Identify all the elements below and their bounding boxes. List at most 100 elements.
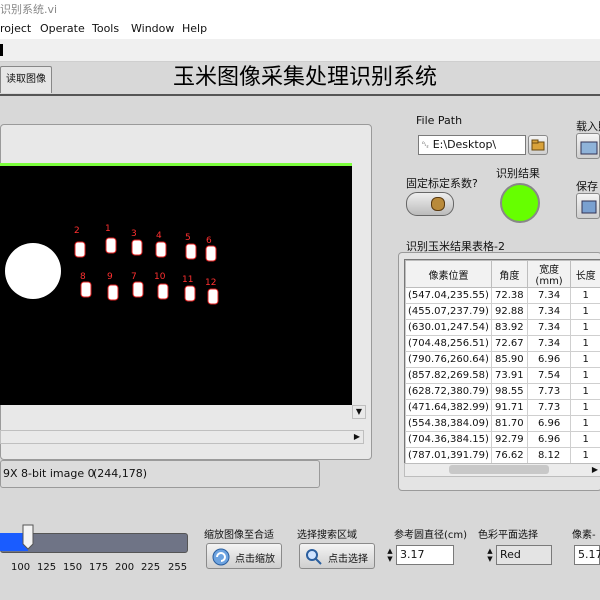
slider-tick: 175 xyxy=(89,562,109,573)
table-row[interactable]: (471.64,382.99) 91.71 7.73 1 xyxy=(405,399,600,416)
color-plane-stepper-icon[interactable]: ▲ ▼ xyxy=(486,547,494,563)
pixel-field[interactable]: 5.17 xyxy=(574,545,600,565)
image-status-bar: 9X 8-bit image 0 (244,178) xyxy=(0,460,320,488)
kernel-label: 11 xyxy=(182,275,193,285)
table-cell: 73.91 xyxy=(490,367,528,384)
table-cell: 72.67 xyxy=(490,335,528,352)
table-row[interactable]: (455.07,237.79) 92.88 7.34 1 xyxy=(405,303,600,320)
table-cell: 1 xyxy=(570,367,600,384)
load-label: 载入照 xyxy=(576,120,600,133)
menu-bar: roject Operate Tools Window Help xyxy=(0,19,600,39)
table-cell: 1 xyxy=(570,383,600,400)
table-cell: 1 xyxy=(570,415,600,432)
scroll-right-arrow-icon[interactable]: ▶ xyxy=(351,431,363,443)
folder-icon xyxy=(531,139,545,151)
table-cell: (471.64,382.99) xyxy=(405,399,492,416)
table-scroll-thumb[interactable] xyxy=(449,465,549,474)
results-table[interactable]: 像素位置 角度 宽度(mm) 长度 (547.04,235.55) 72.38 7.… xyxy=(404,259,600,465)
table-row[interactable]: (547.04,235.55) 72.38 7.34 1 xyxy=(405,287,600,304)
table-row[interactable]: (630.01,247.54) 83.92 7.34 1 xyxy=(405,319,600,336)
save-button[interactable] xyxy=(576,193,600,219)
table-cell: 7.34 xyxy=(526,303,572,320)
file-path-input[interactable]: ␐ E:\Desktop\ xyxy=(418,135,526,155)
zoom-fit-button[interactable]: 点击缩放 xyxy=(206,543,282,569)
results-grid: 像素位置 角度 宽度(mm) 长度 (547.04,235.55) 72.38 7.… xyxy=(405,260,600,464)
table-cell: 91.71 xyxy=(490,399,528,416)
table-horizontal-scrollbar[interactable]: ▶ xyxy=(404,463,600,477)
save-icon xyxy=(581,200,597,214)
table-cell: 83.92 xyxy=(490,319,528,336)
image-top-highlight xyxy=(0,163,352,166)
slider-tick: 225 xyxy=(141,562,161,573)
load-image-button[interactable] xyxy=(576,133,600,159)
color-plane-select[interactable]: Red xyxy=(496,545,552,565)
table-cell: (704.48,256.51) xyxy=(405,335,492,352)
kernel-label: 3 xyxy=(131,229,137,239)
menu-operate[interactable]: Operate xyxy=(40,19,85,39)
pixel-label: 像素- xyxy=(572,530,596,541)
reference-circle xyxy=(5,243,61,299)
table-row[interactable]: (857.82,269.58) 73.91 7.54 1 xyxy=(405,367,600,384)
circle-diameter-field[interactable]: 3.17 xyxy=(396,545,454,565)
fixed-calibration-toggle[interactable] xyxy=(406,192,454,216)
column-header-angle[interactable]: 角度 xyxy=(490,260,528,288)
result-led xyxy=(500,183,540,223)
refresh-icon xyxy=(212,548,230,566)
table-cell: 8.12 xyxy=(526,447,572,464)
column-header-length[interactable]: 长度 xyxy=(570,260,600,288)
folder-open-icon xyxy=(580,141,598,155)
file-path-label: File Path xyxy=(416,114,463,127)
menu-project[interactable]: roject xyxy=(0,19,31,39)
table-cell: 85.90 xyxy=(490,351,528,368)
toolbar xyxy=(0,39,600,62)
run-indicator-icon[interactable] xyxy=(0,44,3,56)
magnifier-icon xyxy=(306,549,322,565)
table-cell: 6.96 xyxy=(526,431,572,448)
table-cell: 7.73 xyxy=(526,399,572,416)
image-horizontal-scrollbar[interactable]: ▶ xyxy=(0,430,364,444)
table-cell: 92.88 xyxy=(490,303,528,320)
column-header-position[interactable]: 像素位置 xyxy=(405,260,492,288)
menu-window[interactable]: Window xyxy=(131,19,174,39)
menu-tools[interactable]: Tools xyxy=(92,19,119,39)
scroll-right-arrow-icon[interactable]: ▶ xyxy=(589,464,600,476)
diameter-stepper-icon[interactable]: ▲ ▼ xyxy=(386,547,394,563)
cursor-coords-text: (244,178) xyxy=(93,467,148,480)
color-plane-label: 色彩平面选择 xyxy=(478,530,538,541)
table-cell: 7.34 xyxy=(526,335,572,352)
slider-thumb[interactable] xyxy=(22,524,34,550)
tab-read-image[interactable]: 读取图像 xyxy=(0,66,52,93)
kernel-4 xyxy=(155,241,167,258)
scroll-down-arrow-icon[interactable]: ▼ xyxy=(352,405,366,419)
browse-folder-button[interactable] xyxy=(528,135,548,155)
kernel-2 xyxy=(74,241,86,258)
slider-tick: 150 xyxy=(63,562,83,573)
slider-tick: 100 xyxy=(11,562,31,573)
column-header-width[interactable]: 宽度(mm) xyxy=(526,260,572,288)
table-cell: 81.70 xyxy=(490,415,528,432)
table-cell: 1 xyxy=(570,287,600,304)
image-display[interactable]: 2 1 3 4 5 6 8 9 7 10 11 12 xyxy=(0,163,352,405)
select-region-button[interactable]: 点击选择 xyxy=(299,543,375,569)
zoom-label: 缩放图像至合适 xyxy=(204,530,274,541)
kernel-label: 8 xyxy=(80,272,86,282)
kernel-label: 12 xyxy=(205,278,216,288)
table-cell: 92.79 xyxy=(490,431,528,448)
table-row[interactable]: (704.36,384.15) 92.79 6.96 1 xyxy=(405,431,600,448)
menu-help[interactable]: Help xyxy=(182,19,207,39)
table-cell: (790.76,260.64) xyxy=(405,351,492,368)
table-row[interactable]: (704.48,256.51) 72.67 7.34 1 xyxy=(405,335,600,352)
color-plane-value: Red xyxy=(500,548,521,561)
table-row[interactable]: (554.38,384.09) 81.70 6.96 1 xyxy=(405,415,600,432)
table-row[interactable]: (787.01,391.79) 76.62 8.12 1 xyxy=(405,447,600,464)
table-cell: 1 xyxy=(570,335,600,352)
table-cell: (630.01,247.54) xyxy=(405,319,492,336)
table-cell: 76.62 xyxy=(490,447,528,464)
table-row[interactable]: (628.72,380.79) 98.55 7.73 1 xyxy=(405,383,600,400)
table-row[interactable]: (790.76,260.64) 85.90 6.96 1 xyxy=(405,351,600,368)
slider-thumb-icon xyxy=(22,524,34,550)
table-cell: 1 xyxy=(570,319,600,336)
table-cell: 6.96 xyxy=(526,415,572,432)
select-label: 选择搜索区域 xyxy=(297,530,357,541)
table-cell: 7.34 xyxy=(526,287,572,304)
